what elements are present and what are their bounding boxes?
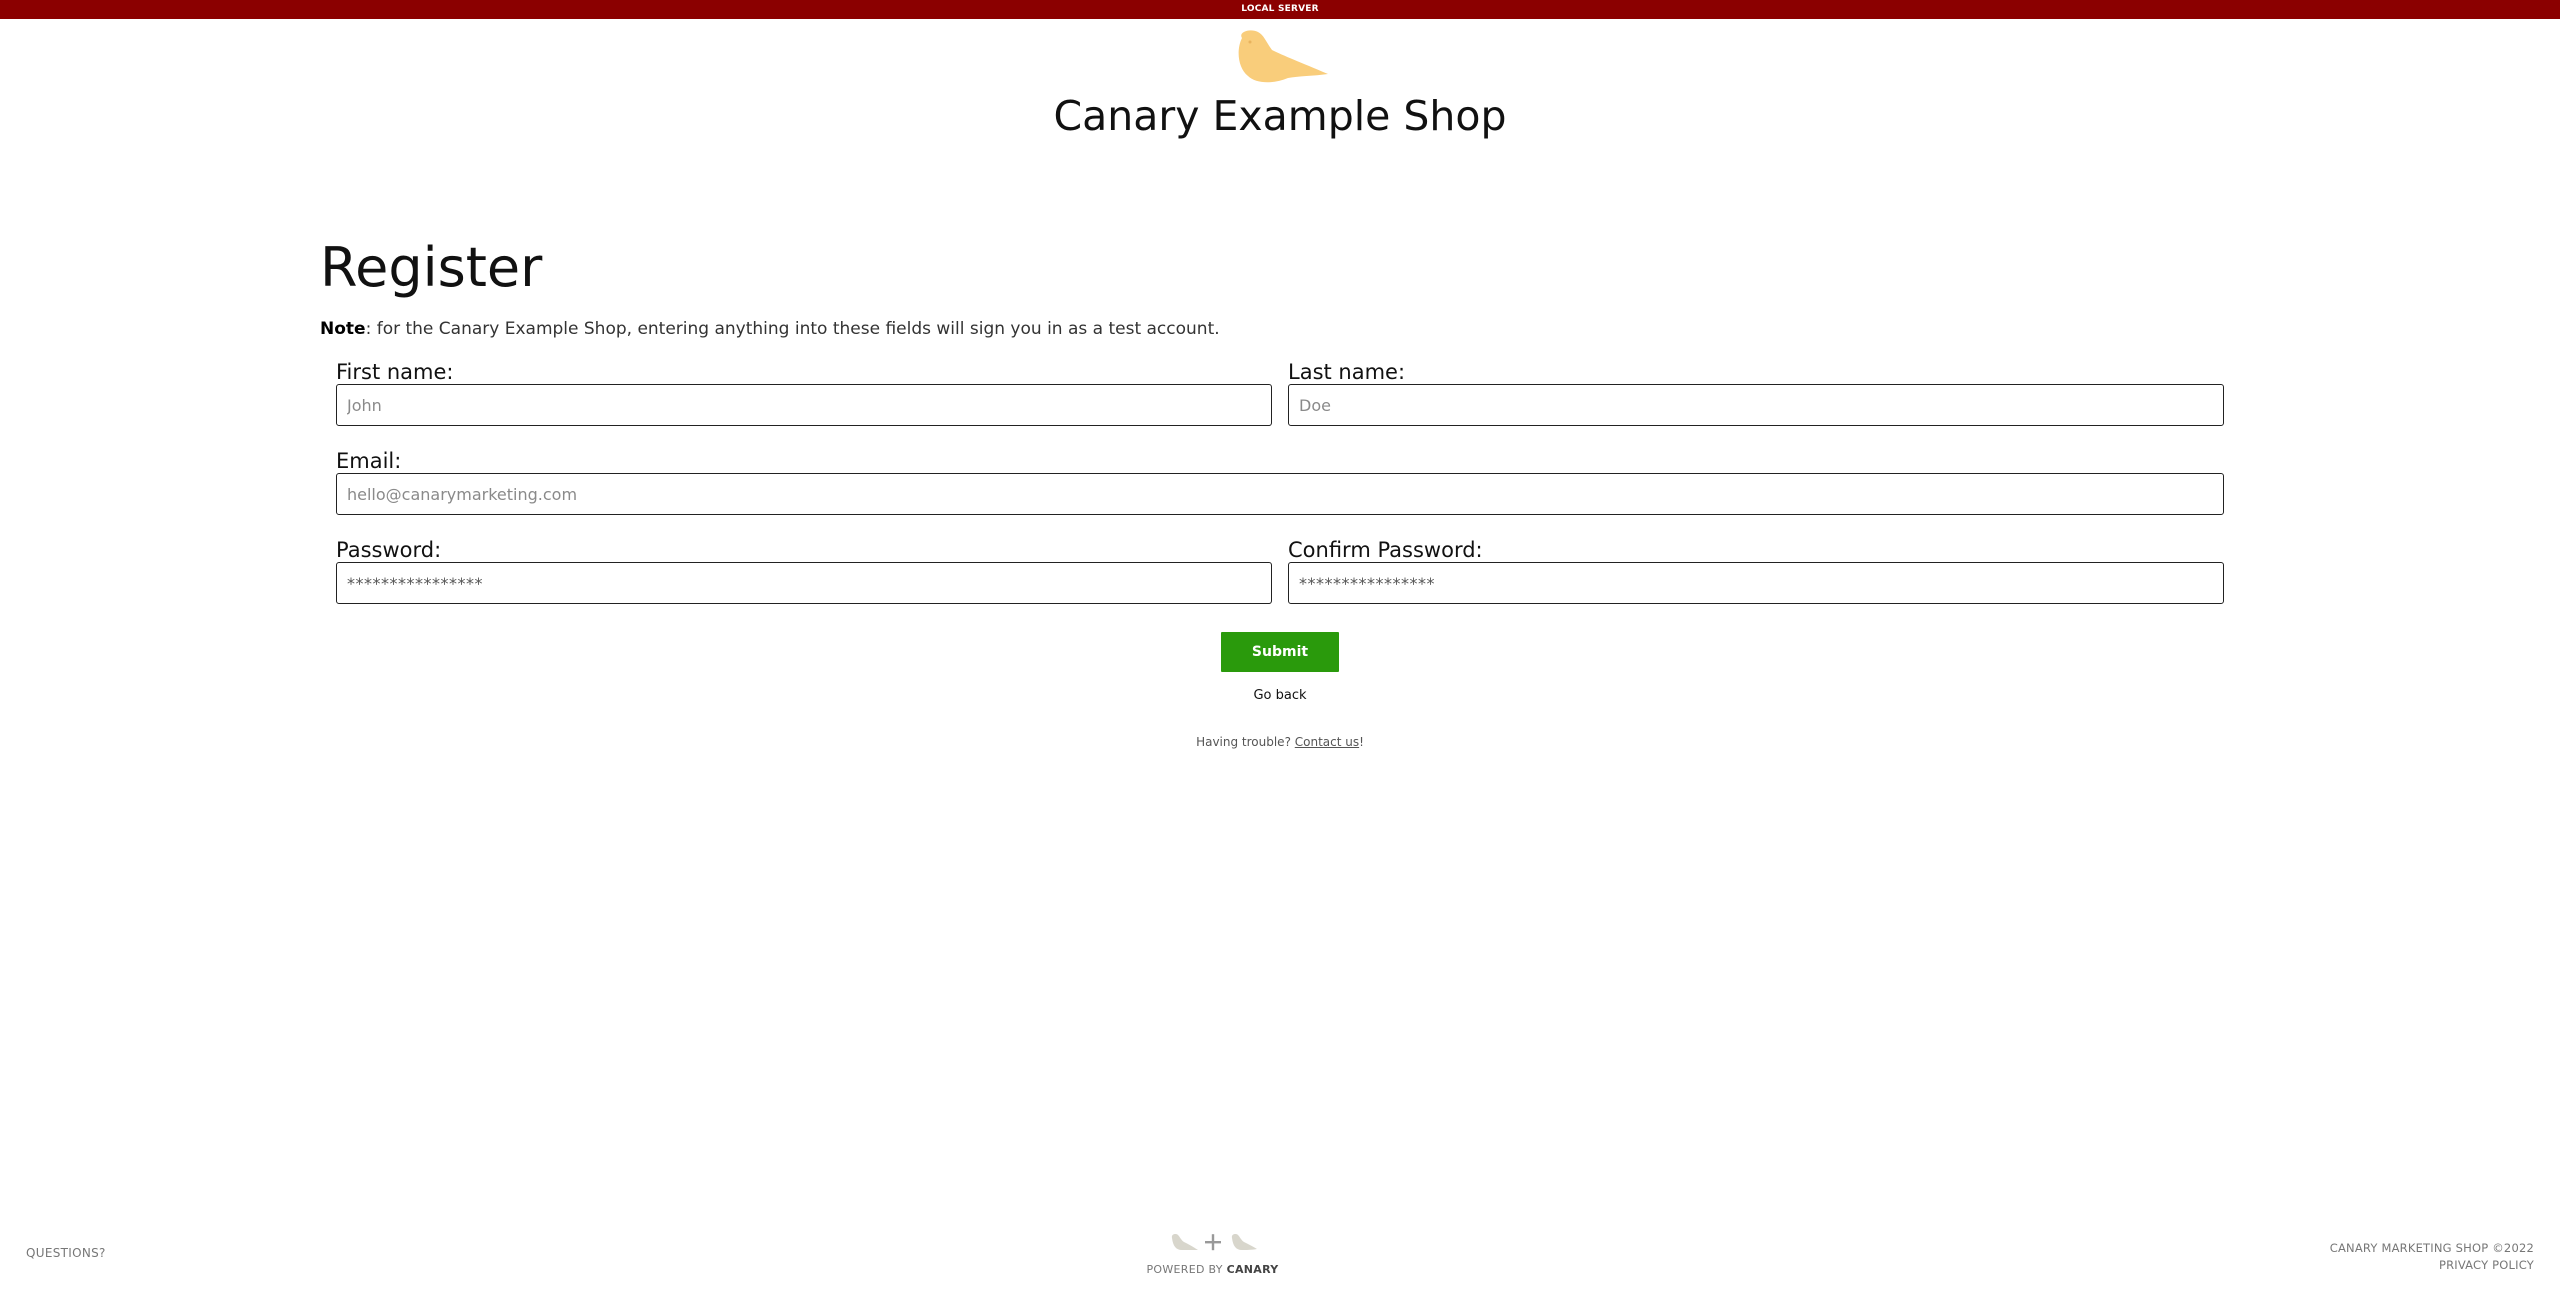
environment-banner: LOCAL SERVER [0,0,2560,19]
note-text: : for the Canary Example Shop, entering … [365,319,1220,339]
submit-button[interactable]: Submit [1221,632,1339,672]
trouble-text: Having trouble? [1196,735,1295,749]
last-name-label: Last name: [1288,360,1406,384]
footer-legal: CANARY MARKETING SHOP ©2022 PRIVACY POLI… [2330,1240,2534,1274]
canary-bird-icon [1238,30,1328,83]
powered-by-brand: CANARY [1226,1263,1279,1276]
first-name-label: First name: [336,360,454,384]
registration-note: Note: for the Canary Example Shop, enter… [320,319,1220,339]
footer-powered-by: POWERED BY CANARY [1130,1232,1295,1282]
confirm-password-label: Confirm Password: [1288,538,1483,562]
powered-by-label: POWERED BY [1146,1263,1227,1276]
page-title: Register [320,236,543,299]
help-text: Having trouble? Contact us! [0,735,2560,749]
go-back-row: Go back [0,688,2560,703]
powered-by-text: POWERED BY CANARY [1130,1263,1295,1276]
go-back-link[interactable]: Go back [1253,688,1306,703]
footer-questions-link[interactable]: QUESTIONS? [26,1246,106,1260]
privacy-policy-link[interactable]: PRIVACY POLICY [2330,1257,2534,1274]
password-input[interactable] [336,562,1272,604]
copyright-text: CANARY MARKETING SHOP ©2022 [2329,1241,2534,1255]
email-label: Email: [336,449,402,473]
note-label: Note [320,319,366,339]
last-name-input[interactable] [1288,384,2224,426]
email-input[interactable] [336,473,2224,515]
site-title: Canary Example Shop [1053,92,1507,140]
confirm-password-input[interactable] [1288,562,2224,604]
contact-us-link[interactable]: Contact us [1295,735,1359,749]
first-name-input[interactable] [336,384,1272,426]
trouble-suffix: ! [1359,735,1364,749]
canary-plus-canary-icon [1171,1234,1257,1251]
password-label: Password: [336,538,442,562]
